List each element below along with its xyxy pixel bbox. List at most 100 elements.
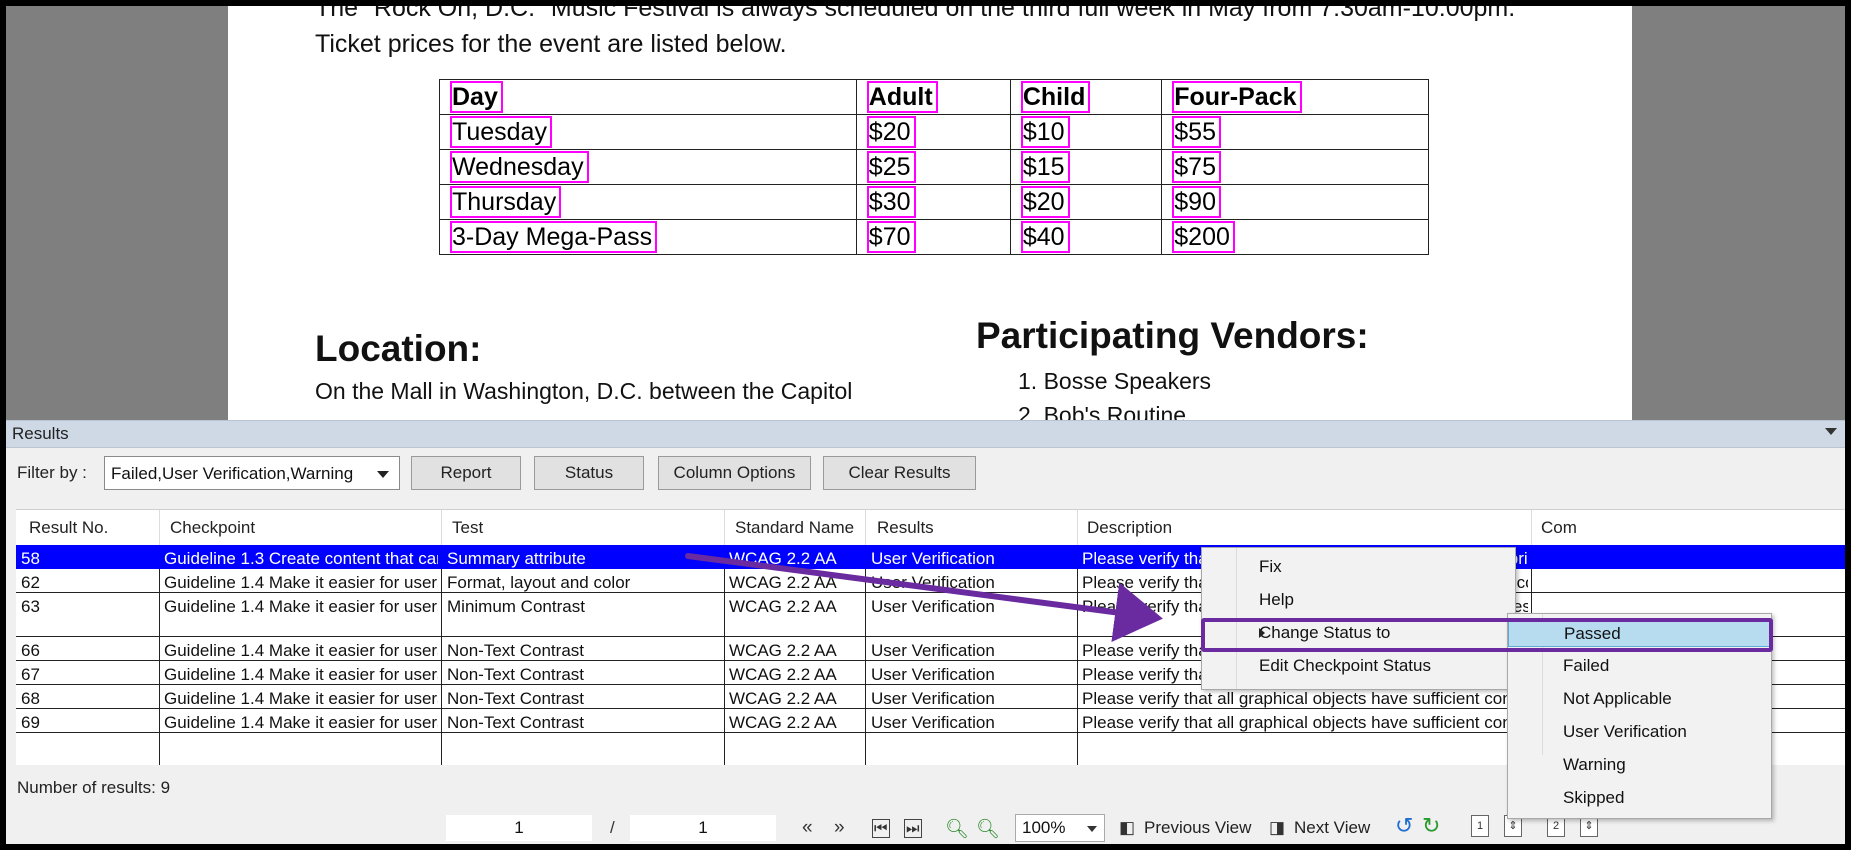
document-viewer[interactable]: The "Rock On, D.C." Music Festival is al… — [6, 6, 1845, 420]
ticket-table-cell: $55 — [1161, 114, 1429, 150]
ticket-table-row: 3-Day Mega-Pass $70 $40 $200 — [439, 219, 1429, 255]
cell-standard: WCAG 2.2 AA — [729, 665, 837, 684]
column-separator[interactable] — [159, 510, 160, 545]
column-separator[interactable] — [865, 510, 866, 545]
column-separator[interactable] — [724, 510, 725, 545]
ticket-table-cell: $20 — [855, 114, 1011, 150]
menu-item-label: Not Applicable — [1563, 689, 1672, 708]
zoom-in-icon[interactable]: 🔍︎ — [976, 817, 1000, 841]
menu-item-edit-checkpoint-status[interactable]: Edit Checkpoint Status — [1202, 652, 1515, 680]
cell-result-no: 58 — [21, 549, 40, 568]
status-button[interactable]: Status — [534, 456, 644, 490]
submenu-item-warning[interactable]: Warning — [1508, 751, 1771, 779]
ticket-table-row: Thursday $30 $20 $90 — [439, 184, 1429, 220]
cell-text: Tuesday — [450, 115, 552, 148]
ticket-table-cell: 3-Day Mega-Pass — [439, 219, 857, 255]
page-separator: / — [610, 818, 615, 837]
column-options-button[interactable]: Column Options — [658, 456, 811, 490]
single-page-icon[interactable]: 1 — [1471, 815, 1489, 837]
cell-result-no: 69 — [21, 713, 40, 732]
cell-result-no: 63 — [21, 597, 40, 616]
column-header-checkpoint[interactable]: Checkpoint — [170, 518, 255, 538]
zoom-out-icon[interactable]: 🔍︎ — [945, 817, 969, 841]
submenu-item-user-verification[interactable]: User Verification — [1508, 718, 1771, 746]
app-window: The "Rock On, D.C." Music Festival is al… — [6, 6, 1845, 844]
cell-test: Minimum Contrast — [447, 597, 585, 616]
cell-text: Thursday — [449, 185, 562, 218]
cell-checkpoint: Guideline 1.4 Make it easier for users t… — [164, 597, 438, 616]
column-header-results[interactable]: Results — [877, 518, 934, 538]
previous-view-icon[interactable]: ◧ — [1119, 818, 1135, 838]
double-chevron-left-icon[interactable]: « — [802, 817, 813, 839]
first-page-icon[interactable]: ⏮ — [872, 819, 890, 838]
cell-text: $15 — [1020, 150, 1070, 183]
ticket-table-cell: $15 — [1009, 149, 1163, 185]
ticket-table-row: Tuesday $20 $10 $55 — [439, 114, 1429, 150]
vendor-list-item: 1. Bosse Speakers — [1018, 368, 1212, 394]
zoom-value: 100% — [1022, 818, 1066, 837]
ticket-price-table: Day Adult Child Four-Pack Tuesday $20 $1… — [439, 79, 1429, 255]
chevron-down-icon[interactable] — [1825, 428, 1837, 435]
ticket-table-cell: Tuesday — [439, 114, 857, 150]
cell-result: User Verification — [871, 689, 995, 708]
next-view-button[interactable]: Next View — [1294, 818, 1370, 838]
cell-text: $30 — [866, 185, 916, 218]
menu-item-label: Failed — [1563, 656, 1610, 675]
cell-standard: WCAG 2.2 AA — [729, 689, 837, 708]
column-separator[interactable] — [441, 510, 442, 545]
double-chevron-right-icon[interactable]: » — [834, 817, 845, 839]
previous-view-button[interactable]: Previous View — [1144, 818, 1251, 838]
results-panel-title: Results — [12, 424, 69, 443]
submenu-item-skipped[interactable]: Skipped — [1508, 784, 1771, 812]
location-text: On the Mall in Washington, D.C. between … — [315, 378, 853, 404]
submenu-item-failed[interactable]: Failed — [1508, 652, 1771, 680]
current-page-field[interactable]: 1 — [446, 815, 592, 841]
cell-text: $70 — [866, 220, 916, 253]
zoom-dropdown[interactable]: 100% — [1015, 814, 1105, 842]
cell-text: $55 — [1172, 115, 1221, 148]
column-header-comment[interactable]: Com — [1541, 518, 1577, 538]
menu-item-help[interactable]: Help — [1202, 586, 1515, 614]
table-row[interactable]: 58 Guideline 1.3 Create content that can… — [16, 545, 1845, 569]
intro-text-line-1: The "Rock On, D.C." Music Festival is al… — [315, 6, 1516, 22]
cell-text: $20 — [1020, 185, 1070, 218]
cell-text: $75 — [1172, 150, 1221, 183]
cell-description: Please verify that all graphical objects… — [1082, 713, 1528, 732]
report-button[interactable]: Report — [411, 456, 521, 490]
cell-result: User Verification — [871, 549, 995, 568]
column-separator[interactable] — [1531, 510, 1532, 545]
filter-dropdown[interactable]: Failed,User Verification,Warning — [104, 456, 400, 490]
column-header-test[interactable]: Test — [452, 518, 483, 538]
cell-test: Non-Text Contrast — [447, 689, 584, 708]
cell-result-no: 62 — [21, 573, 40, 592]
cell-result: User Verification — [871, 665, 995, 684]
cell-result-no: 66 — [21, 641, 40, 660]
rotate-right-icon[interactable]: ↻ — [1422, 813, 1440, 839]
cell-checkpoint: Guideline 1.4 Make it easier for users t… — [164, 689, 438, 708]
column-separator[interactable] — [1077, 510, 1078, 545]
column-header-result-no[interactable]: Result No. — [29, 518, 108, 538]
menu-item-label: Edit Checkpoint Status — [1259, 656, 1431, 675]
total-pages-field: 1 — [630, 815, 776, 841]
cell-checkpoint: Guideline 1.4 Make it easier for users t… — [164, 665, 438, 684]
ticket-table-cell: $30 — [855, 184, 1011, 220]
location-heading: Location: — [315, 328, 482, 369]
cell-text: $200 — [1172, 220, 1235, 253]
cell-test: Summary attribute — [447, 549, 586, 568]
rotate-left-icon[interactable]: ↺ — [1395, 813, 1413, 839]
column-header-standard-name[interactable]: Standard Name — [735, 518, 854, 538]
header-adult: Adult — [866, 80, 938, 113]
cell-text: $20 — [866, 115, 916, 148]
column-header-description[interactable]: Description — [1087, 518, 1172, 538]
menu-item-fix[interactable]: Fix — [1202, 553, 1515, 581]
next-view-icon[interactable]: ◨ — [1269, 818, 1285, 838]
last-page-icon[interactable]: ⏭ — [904, 819, 922, 838]
submenu-item-not-applicable[interactable]: Not Applicable — [1508, 685, 1771, 713]
header-day: Day — [450, 80, 503, 113]
cell-result: User Verification — [871, 713, 995, 732]
vendors-heading: Participating Vendors: — [976, 315, 1369, 356]
cell-standard: WCAG 2.2 AA — [729, 641, 837, 660]
cell-result: User Verification — [871, 597, 995, 616]
clear-results-button[interactable]: Clear Results — [823, 456, 976, 490]
table-row[interactable]: 62 Guideline 1.4 Make it easier for user… — [16, 569, 1845, 593]
